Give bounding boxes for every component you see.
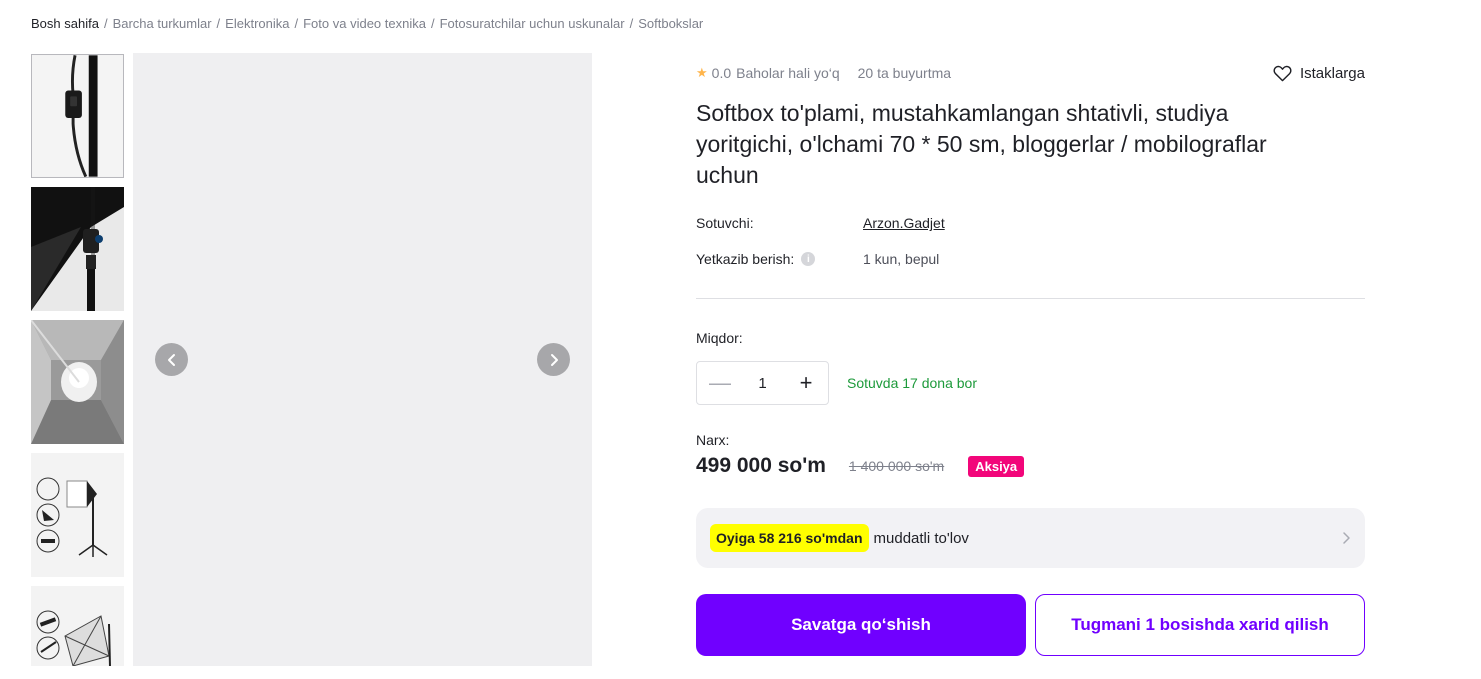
quantity-label: Miqdor: — [696, 330, 743, 346]
breadcrumb-separator: / — [294, 16, 299, 31]
installment-banner[interactable]: Oyiga 58 216 so'mdan muddatli to'lov — [696, 508, 1365, 568]
thumbnail-3[interactable] — [31, 320, 124, 444]
chevron-left-icon — [167, 353, 175, 366]
seller-row: Sotuvchi: Arzon.Gadjet — [696, 205, 1365, 241]
breadcrumb-electronics[interactable]: Elektronika — [225, 16, 289, 31]
increment-button[interactable]: + — [796, 372, 816, 394]
installment-highlight: Oyiga 58 216 so'mdan — [710, 524, 869, 552]
breadcrumb-separator: / — [216, 16, 221, 31]
action-buttons: Savatga qo‘shish Tugmani 1 bosishda xari… — [696, 594, 1365, 656]
delivery-row: Yetkazib berish: i 1 kun, bepul — [696, 241, 1365, 277]
breadcrumb-separator: / — [629, 16, 634, 31]
wishlist-label: Istaklarga — [1299, 64, 1365, 82]
stock-status: Sotuvda 17 dona bor — [847, 375, 977, 391]
softbox-switch-cable-image — [32, 55, 123, 177]
softbox-bulb-socket-image — [31, 187, 124, 311]
heart-icon — [1273, 65, 1292, 81]
product-info: ★ 0.0 Baholar hali yo‘q 20 ta buyurtma I… — [696, 60, 1365, 656]
seller-link[interactable]: Arzon.Gadjet — [863, 215, 945, 231]
add-to-cart-button[interactable]: Savatga qo‘shish — [696, 594, 1026, 656]
rating-value: 0.0 — [711, 65, 732, 81]
orders-count: 20 ta buyurtma — [857, 65, 952, 81]
breadcrumb-all-categories[interactable]: Barcha turkumlar — [113, 16, 212, 31]
installment-text: muddatli to'lov — [873, 529, 969, 547]
breadcrumb-photographer-equipment[interactable]: Fotosuratchilar uchun uskunalar — [440, 16, 625, 31]
softbox-interior-lamp-image — [31, 320, 124, 444]
gallery-next-button[interactable] — [537, 343, 570, 376]
price-label: Narx: — [696, 432, 730, 448]
thumbnail-1[interactable] — [31, 54, 124, 178]
delivery-label-wrap: Yetkazib berish: i — [696, 251, 863, 267]
breadcrumb-separator: / — [103, 16, 108, 31]
seller-label: Sotuvchi: — [696, 215, 754, 231]
main-product-image — [133, 53, 592, 666]
quantity-row: — 1 + Sotuvda 17 dona bor — [696, 361, 1365, 405]
chevron-right-icon — [550, 353, 558, 366]
decrement-button[interactable]: — — [709, 372, 731, 394]
quantity-stepper: — 1 + — [696, 361, 829, 405]
quantity-value[interactable]: 1 — [758, 375, 766, 392]
rating-row: ★ 0.0 Baholar hali yo‘q 20 ta buyurtma I… — [696, 60, 1365, 86]
thumbnail-2[interactable] — [31, 187, 124, 311]
delivery-label: Yetkazib berish: — [696, 251, 795, 267]
star-icon: ★ — [696, 65, 708, 80]
thumbnail-list — [31, 54, 124, 666]
info-icon[interactable]: i — [801, 252, 816, 266]
breadcrumb: Bosh sahifa / Barcha turkumlar / Elektro… — [31, 16, 703, 31]
breadcrumb-photo-video[interactable]: Foto va video texnika — [303, 16, 426, 31]
price-row: 499 000 so'm 1 400 000 so'm Aksiya — [696, 454, 1365, 478]
thumbnail-4[interactable] — [31, 453, 124, 577]
softbox-parts-diagram-image — [31, 586, 124, 666]
thumbnail-5[interactable] — [31, 586, 124, 666]
promo-badge: Aksiya — [968, 455, 1025, 477]
divider — [696, 298, 1365, 299]
breadcrumb-home[interactable]: Bosh sahifa — [31, 16, 99, 31]
delivery-value: 1 kun, bepul — [863, 251, 940, 267]
rating-text: Baholar hali yo‘q — [736, 65, 840, 81]
old-price: 1 400 000 so'm — [848, 458, 945, 474]
gallery-prev-button[interactable] — [155, 343, 188, 376]
breadcrumb-separator: / — [430, 16, 435, 31]
chevron-right-icon — [1343, 532, 1350, 544]
breadcrumb-softboxes[interactable]: Softbokslar — [638, 16, 703, 31]
product-meta: Sotuvchi: Arzon.Gadjet Yetkazib berish: … — [696, 205, 1365, 277]
product-title: Softbox to'plami, mustahkamlangan shtati… — [696, 100, 1267, 188]
softbox-kit-diagram-image — [31, 453, 124, 577]
one-click-buy-button[interactable]: Tugmani 1 bosishda xarid qilish — [1035, 594, 1365, 656]
wishlist-button[interactable]: Istaklarga — [1273, 65, 1365, 82]
current-price: 499 000 so'm — [696, 454, 826, 477]
